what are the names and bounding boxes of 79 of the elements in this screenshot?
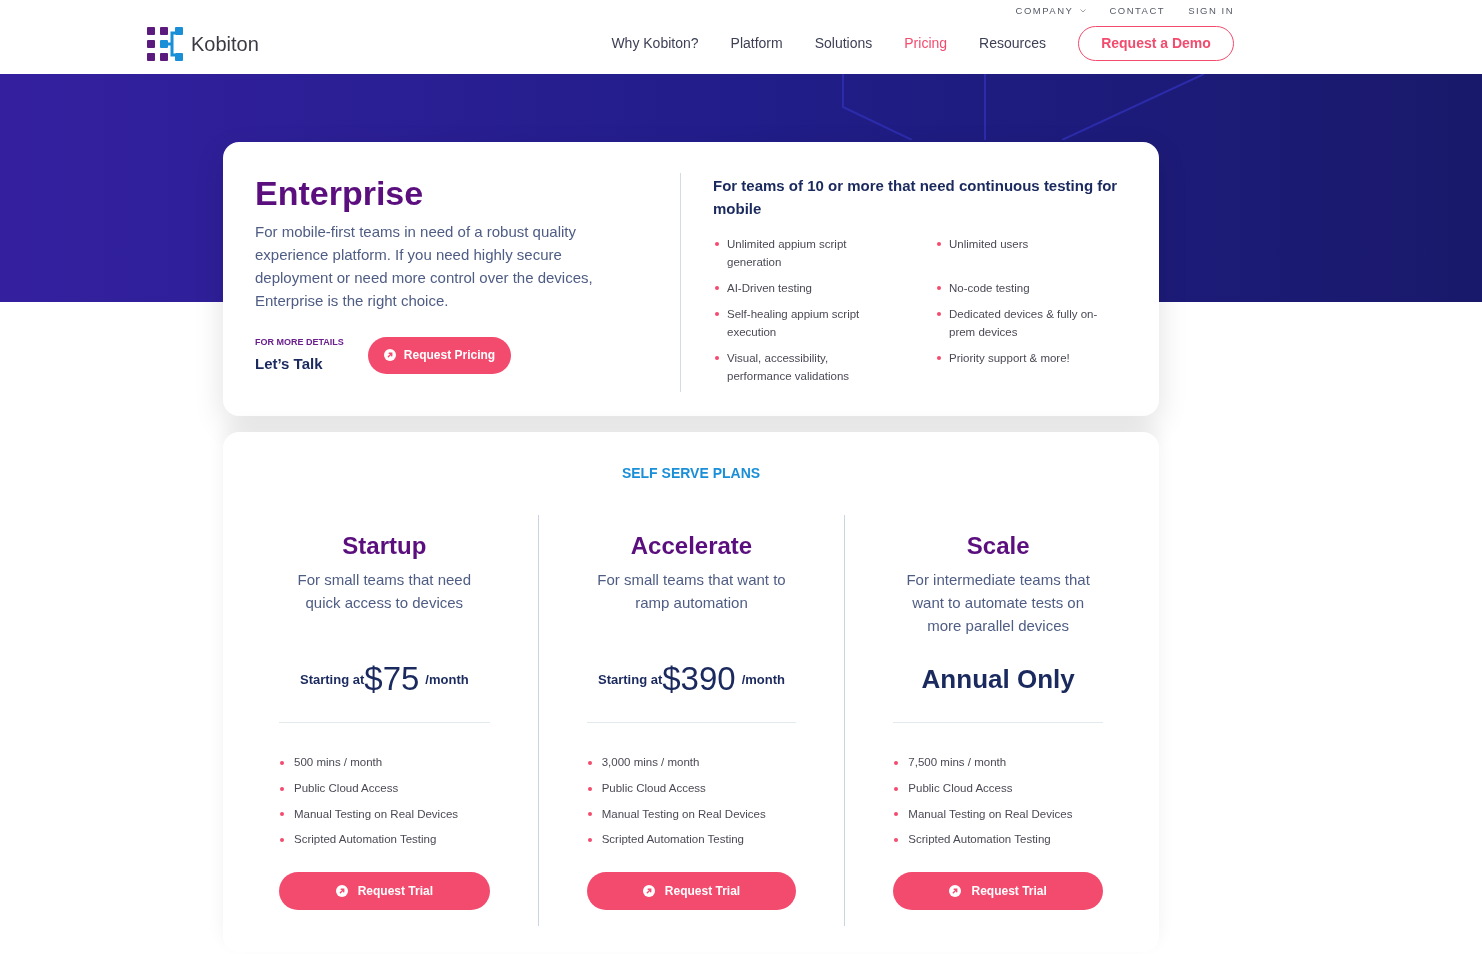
price-period: /month [741,671,785,690]
bullet-icon [937,286,941,290]
price-amount: $390 [662,659,736,699]
feature-text: Scripted Automation Testing [294,832,437,848]
bullet-icon [937,242,941,246]
bullet-icon [937,356,941,360]
nav-link[interactable]: Platform [730,33,783,54]
feature-text: Scripted Automation Testing [908,832,1051,848]
utility-link[interactable]: SIGN IN [1188,3,1234,19]
bullet-icon [937,312,941,316]
bullet-icon [280,760,284,765]
feature-text: Visual, accessibility, performance validations [727,351,851,384]
bullet-icon [894,837,899,842]
feature-text: Public Cloud Access [908,780,1013,796]
feature-text: Manual Testing on Real Devices [294,806,459,822]
arrow-circle-icon [949,884,962,897]
caret-icon [1080,9,1087,13]
bullet-icon [715,312,719,316]
feature-text: Self-healing appium script execution [727,307,861,340]
nav-link[interactable]: Why Kobiton? [611,33,699,54]
bullet-icon [587,812,592,817]
feature-text: 3,000 mins / month [601,755,700,771]
arrow-circle-icon [335,884,348,897]
feature-text: Manual Testing on Real Devices [601,806,766,822]
feature-text: Scripted Automation Testing [601,832,744,848]
logo-text[interactable]: Kobiton [191,31,259,56]
bullet-icon [280,812,284,817]
arrow-circle-icon [642,884,655,897]
feature-text: Public Cloud Access [601,780,706,796]
price-amount: $75 [364,659,420,699]
feature-text: Priority support & more! [949,351,1071,366]
bullet-icon [587,837,592,842]
plan-title: Accelerate [630,531,753,561]
feature-text: 500 mins / month [294,755,383,771]
request-pricing-button[interactable]: Request Pricing [367,336,512,374]
plan-title: Startup [342,531,427,561]
utility-link[interactable]: COMPANY [1015,3,1087,19]
feature-text: Unlimited appium script generation [727,237,848,270]
arrow-circle-icon [383,349,396,361]
feature-text: Unlimited users [949,237,1030,252]
request-demo-button[interactable]: Request a Demo [1078,26,1234,61]
bullet-icon [894,760,899,765]
request-trial-button[interactable]: Request Trial [279,871,490,910]
nav-link[interactable]: Pricing [904,33,948,54]
request-trial-button[interactable]: Request Trial [893,871,1103,910]
request-trial-button[interactable]: Request Trial [586,871,797,910]
price-prefix: Starting at [597,672,663,688]
feature-text: No-code testing [949,281,1031,296]
nav-link[interactable]: Solutions [814,33,873,54]
plan-title: Enterprise [255,173,424,213]
bullet-icon [894,812,899,817]
logo-icon[interactable] [147,26,183,61]
bullet-icon [715,286,719,290]
feature-text: AI-Driven testing [727,281,813,296]
bullet-icon [587,760,592,765]
bullet-icon [280,837,284,842]
feature-text: 7,500 mins / month [908,755,1007,771]
price-period: /month [425,671,469,690]
section-heading: SELF SERVE PLANS [621,465,761,481]
bullet-icon [587,786,592,791]
details-label: FOR MORE DETAILS [255,336,344,348]
price-prefix: Starting at [300,672,365,688]
features-heading: For teams of 10 or more that need continuous testing for mobile [713,176,1119,219]
price-label: Annual Only [921,663,1075,696]
plan-description: For small teams that want to ramp automation [596,570,787,613]
plan-description: For mobile-first teams in need of a robust quality experience platform. If you need highly secure deployment or need more control over the devices, Enterprise is the right choice. [255,222,594,311]
bullet-icon [715,242,719,246]
plan-description: For small teams that need quick access to devices [296,570,473,613]
bullet-icon [280,786,284,791]
nav-link[interactable]: Resources [979,33,1046,54]
feature-text: Public Cloud Access [294,780,399,796]
feature-text: Manual Testing on Real Devices [908,806,1073,822]
utility-link[interactable]: CONTACT [1109,3,1166,19]
plan-description: For intermediate teams that want to automate tests on more parallel devices [905,570,1091,636]
details-heading: Let’s Talk [255,354,324,374]
feature-text: Dedicated devices & fully on-prem devices [949,307,1099,340]
bullet-icon [894,786,899,791]
plan-title: Scale [966,531,1030,561]
bullet-icon [715,356,719,360]
